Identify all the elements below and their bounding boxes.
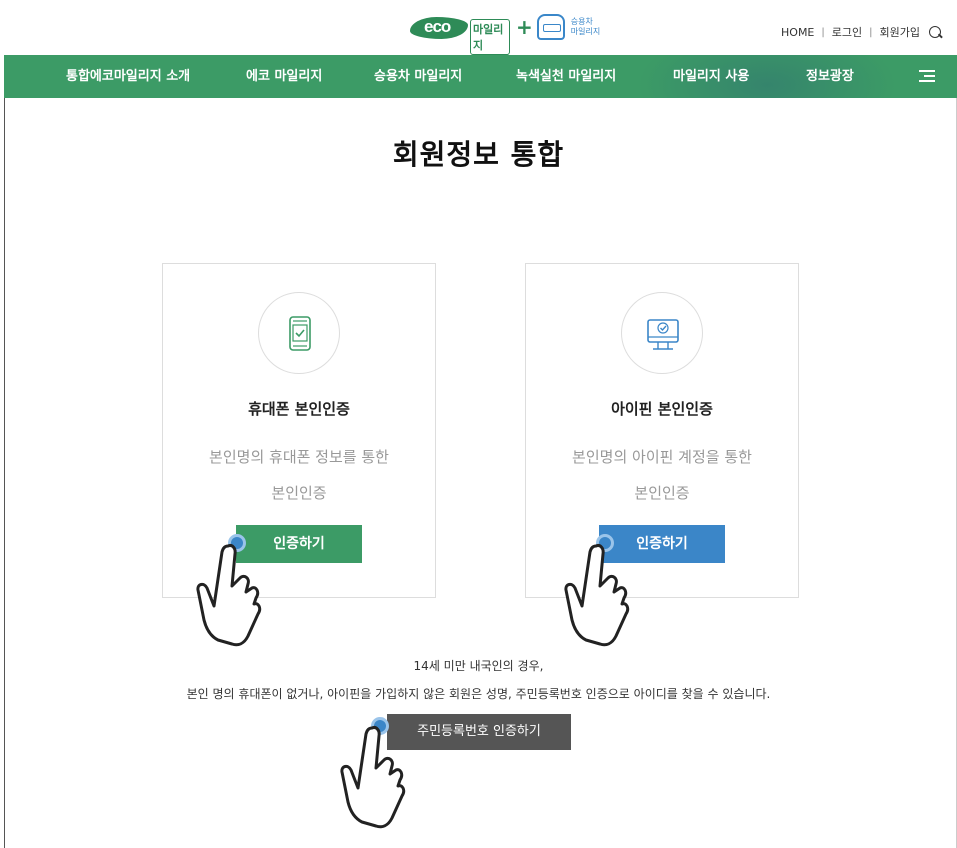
home-link[interactable]: HOME: [781, 26, 814, 39]
mobile-check-icon-circle: [258, 292, 340, 374]
resident-number-verify-button[interactable]: 주민등록번호 인증하기: [387, 714, 571, 750]
main-nav: 통합에코마일리지 소개 에코 마일리지 승용차 마일리지 녹색실천 마일리지 마…: [4, 55, 957, 98]
card-description: 본인명의 아이핀 계정을 통한 본인인증: [526, 439, 798, 511]
car-icon: [536, 14, 565, 40]
utility-nav: HOME | 로그인 | 회원가입: [781, 24, 943, 40]
logo-car-line1: 승용차: [570, 17, 593, 26]
nav-item-car[interactable]: 승용차 마일리지: [374, 55, 462, 98]
logo-plus: +: [516, 15, 533, 39]
ipin-auth-card: 아이핀 본인인증 본인명의 아이핀 계정을 통한 본인인증 인증하기: [525, 263, 799, 598]
car-mileage-logo-text: 승용차 마일리지: [571, 17, 600, 37]
card-desc-line: 본인명의 아이핀 계정을 통한: [572, 448, 752, 466]
mobile-auth-card: 휴대폰 본인인증 본인명의 휴대폰 정보를 통한 본인인증 인증하기: [162, 263, 436, 598]
eco-mileage-logo: eco 마일리지: [410, 14, 510, 55]
nav-item-eco[interactable]: 에코 마일리지: [246, 55, 322, 98]
click-indicator-icon: [228, 534, 246, 552]
click-indicator-icon: [596, 534, 614, 552]
card-title: 휴대폰 본인인증: [248, 400, 350, 418]
page-title: 회원정보 통합: [392, 138, 565, 171]
nav-item-intro[interactable]: 통합에코마일리지 소개: [66, 55, 190, 98]
signup-link[interactable]: 회원가입: [880, 24, 920, 40]
click-indicator-icon: [371, 717, 389, 735]
header: eco 마일리지 + 승용차 마일리지 HOME | 로그인 | 회원가입: [0, 0, 957, 55]
card-description: 본인명의 휴대폰 정보를 통한 본인인증: [163, 439, 435, 511]
util-separator: |: [869, 26, 873, 38]
ipin-verify-button[interactable]: 인증하기: [599, 525, 725, 563]
notice-line: 14세 미만 내국인의 경우,: [413, 659, 544, 673]
search-icon[interactable]: [928, 25, 943, 40]
mobile-verify-button[interactable]: 인증하기: [236, 525, 362, 563]
mobile-check-icon: [289, 316, 311, 351]
card-title: 아이핀 본인인증: [611, 400, 713, 418]
card-desc-line: 본인인증: [271, 484, 327, 502]
card-desc-line: 본인명의 휴대폰 정보를 통한: [209, 448, 389, 466]
site-logo[interactable]: eco 마일리지 + 승용차 마일리지: [410, 14, 600, 55]
nav-item-green[interactable]: 녹색실천 마일리지: [516, 55, 616, 98]
notice-line: 본인 명의 휴대폰이 없거나, 아이핀을 가입하지 않은 회원은 성명, 주민등…: [186, 687, 771, 701]
hamburger-menu-icon[interactable]: [919, 70, 935, 82]
card-desc-line: 본인인증: [634, 484, 690, 502]
nav-item-info[interactable]: 정보광장: [806, 55, 854, 98]
nav-item-use[interactable]: 마일리지 사용: [673, 55, 749, 98]
under-14-notice: 14세 미만 내국인의 경우, 본인 명의 휴대폰이 없거나, 아이핀을 가입하…: [0, 652, 957, 708]
util-separator: |: [821, 26, 825, 38]
logo-car-line2: 마일리지: [570, 27, 601, 36]
monitor-check-icon-circle: [621, 292, 703, 374]
logo-mileage-text: 마일리지: [470, 19, 510, 55]
monitor-check-icon: [647, 319, 679, 350]
login-link[interactable]: 로그인: [832, 24, 862, 40]
logo-eco-text: eco: [424, 17, 451, 36]
